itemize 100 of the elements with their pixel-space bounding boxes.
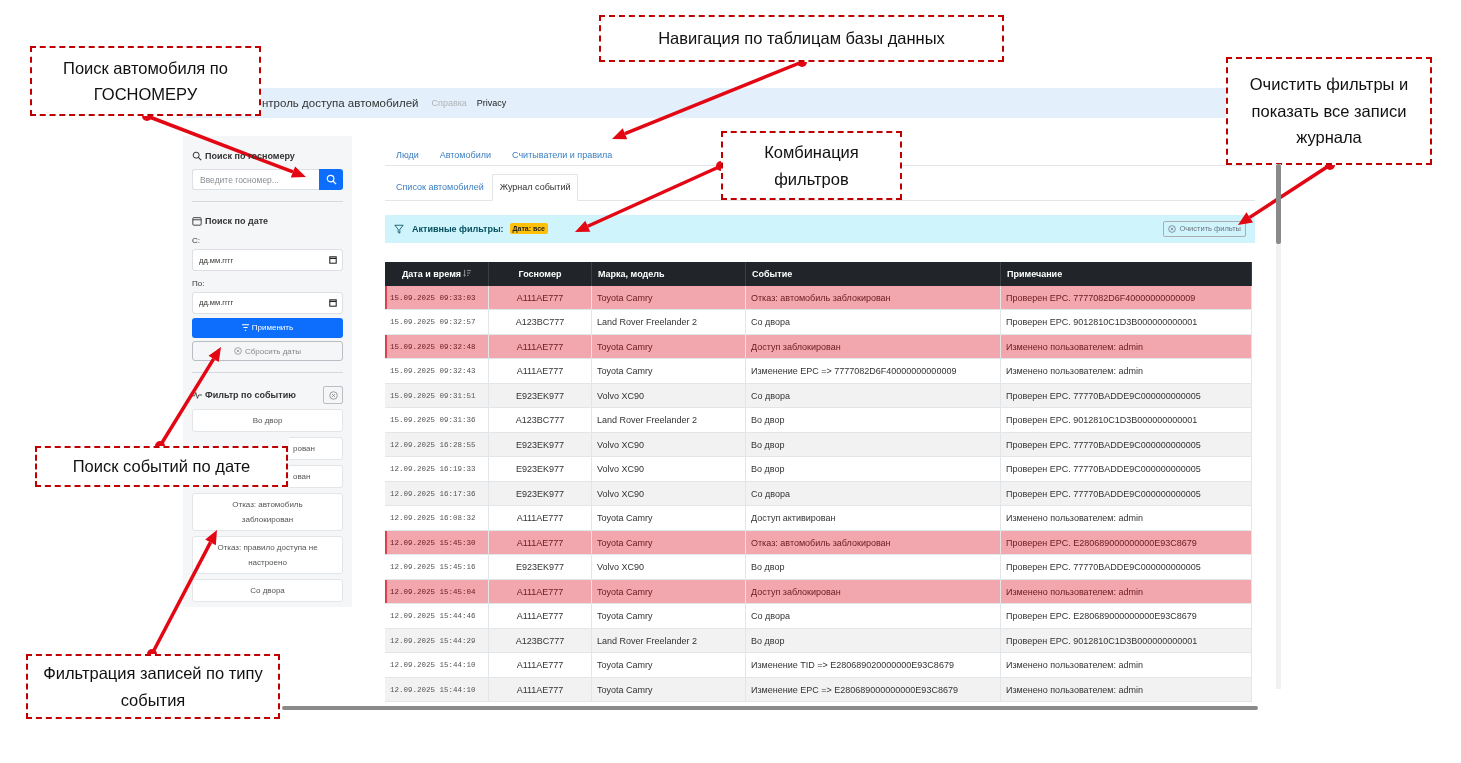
clear-icon [233,347,242,356]
clear-event-filter-button[interactable] [323,386,343,405]
table-cell: Проверен EPC. E280689000000000E93C8679 [1000,603,1252,629]
table-cell: A111AE777 [488,603,592,629]
table-cell: Доступ заблокирован [745,334,1001,359]
table-cell: A111AE777 [488,652,592,678]
brand-title[interactable]: нтроль доступа автомобилей [262,97,419,109]
table-cell: Во двор [745,628,1001,653]
column-header[interactable]: Событие [745,261,1001,286]
plate-search-field[interactable]: Введите госномер... [192,168,319,191]
table-cell: Проверен EPC. 77770BADDE9C000000000005 [1000,554,1252,580]
table-cell: Land Rover Freelander 2 [591,628,746,653]
table-cell: Land Rover Freelander 2 [591,407,746,433]
table-cell: Проверен EPC. 9012810C1D3B000000000001 [1000,628,1252,653]
funnel-icon [394,223,404,234]
table-cell: Land Rover Freelander 2 [591,309,746,335]
section-title: Фильтр по событию [205,390,296,401]
table-cell: Toyota Camry [591,530,746,555]
vertical-scrollbar[interactable] [1276,163,1281,689]
column-header[interactable]: Госномер [488,261,592,286]
table-cell: Volvo XC90 [591,383,746,408]
pulse-icon [192,390,202,401]
table-cell: A111AE777 [488,334,592,359]
table-nav-tab[interactable]: Автомобили [439,149,492,160]
section-title: Поиск по дате [205,216,269,227]
annotation-callout: Поиск событий по дате [35,446,288,487]
table-cell: A111AE777 [488,358,592,384]
search-icon [325,174,337,186]
table-cell: Отказ: автомобиль заблокирован [745,285,1001,310]
search-button[interactable] [319,168,343,191]
table-cell: Volvo XC90 [591,456,746,482]
table-cell: Изменено пользователем: admin [1000,579,1252,604]
table-cell: A111AE777 [488,505,592,531]
table-cell: Проверен EPC. 9012810C1D3B000000000001 [1000,407,1252,433]
table-cell: Toyota Camry [591,677,746,702]
table-cell: A123BC777 [488,309,592,335]
reset-dates-button[interactable]: Сбросить даты [192,341,343,362]
column-header[interactable]: Дата и время [385,261,489,286]
table-cell: Изменено пользователем: admin [1000,334,1252,359]
clear-icon [328,390,338,400]
table-cell: E923EK977 [488,481,592,506]
filter-icon [241,324,249,332]
table-cell: Отказ: автомобиль заблокирован [745,530,1001,555]
table-cell: Проверен EPC. 77770BADDE9C000000000005 [1000,383,1252,408]
annotation-callout: Комбинация фильтров [721,131,902,200]
table-cell: A111AE777 [488,579,592,604]
event-filter-option[interactable]: Отказ: правило доступа не настроено [192,536,343,574]
table-cell: Изменение EPC => E280689000000000E93C8679 [745,677,1001,702]
field-label: По: [192,278,206,288]
table-cell: Со двора [745,603,1001,629]
table-cell: Toyota Camry [591,603,746,629]
table-cell: Toyota Camry [591,334,746,359]
column-header[interactable]: Марка, модель [591,261,746,286]
horizontal-scrollbar[interactable] [282,706,1258,710]
event-filter-option[interactable]: ован [289,465,343,489]
nav-link[interactable]: Privacy [476,98,507,108]
event-filter-option[interactable]: Во двор [192,409,343,433]
table-cell: Toyota Camry [591,652,746,678]
table-cell: Изменено пользователем: admin [1000,677,1252,702]
table-cell: Volvo XC90 [591,481,746,506]
table-cell: Изменено пользователем: admin [1000,505,1252,531]
table-cell: Toyota Camry [591,285,746,310]
event-filter-option[interactable]: Со двора [192,578,343,602]
table-nav-tab[interactable]: Люди [396,149,419,160]
table-cell: E923EK977 [488,383,592,408]
table-cell: Изменено пользователем: admin [1000,358,1252,384]
table-cell: E923EK977 [488,554,592,580]
table-cell: E923EK977 [488,432,592,457]
table-cell: Проверен EPC. 9012810C1D3B000000000001 [1000,309,1252,335]
sort-icon [463,268,472,277]
table-cell: Проверен EPC. 77770BADDE9C000000000005 [1000,481,1252,506]
table-cell: Со двора [745,481,1001,506]
table-cell: Toyota Camry [591,505,746,531]
sub-tab[interactable]: Список автомобилей [388,173,492,201]
table-cell: A111AE777 [488,530,592,555]
table-cell: E923EK977 [488,456,592,482]
calendar-icon [329,256,337,265]
table-cell: A123BC777 [488,407,592,433]
table-cell: Доступ заблокирован [745,579,1001,604]
annotation-callout: Очистить фильтры и показать все записи журнала [1226,57,1432,165]
table-cell: Toyota Camry [591,579,746,604]
table-cell: Изменение EPC => 7777082D6F40000000000009 [745,358,1001,384]
table-cell: Toyota Camry [591,358,746,384]
annotation-callout: Навигация по таблицам базы данных [599,15,1004,62]
column-header[interactable]: Примечание [1000,261,1252,286]
calendar-icon [192,216,202,227]
event-filter-option[interactable]: рован [289,437,343,461]
table-cell: Проверен EPC. 7777082D6F40000000000009 [1000,285,1252,310]
sub-tab[interactable]: Журнал событий [491,173,579,201]
table-nav-tab[interactable]: Считыватели и правила [512,149,613,160]
table-cell: Изменение TID => E280689020000000E93C8679 [745,652,1001,678]
table-cell: Во двор [745,407,1001,433]
table-cell: A111AE777 [488,677,592,702]
apply-button[interactable]: Применить [192,317,343,339]
table-cell: Со двора [745,383,1001,408]
calendar-icon [329,298,337,307]
table-cell: Со двора [745,309,1001,335]
search-icon [192,150,202,161]
event-filter-option[interactable]: Отказ: автомобиль заблокирован [192,493,343,531]
table-cell: A123BC777 [488,628,592,653]
